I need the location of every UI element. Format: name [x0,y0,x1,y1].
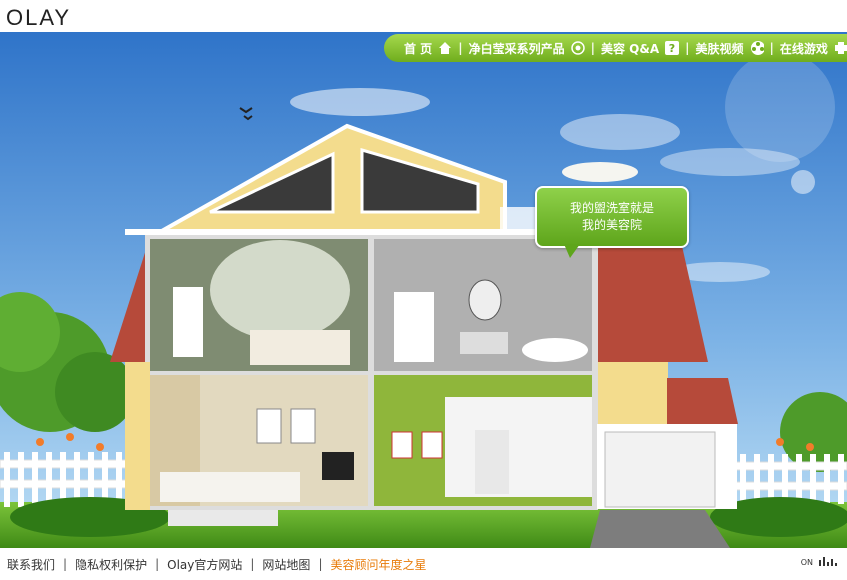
puzzle-icon [834,41,847,55]
film-reel-icon [750,41,764,55]
equalizer-icon [819,556,839,568]
nav-games-label: 在线游戏 [779,41,828,56]
footer-link-official-site[interactable]: Olay官方网站 [167,556,242,573]
house-scene [0,32,847,548]
bubble-line-1: 我的盥洗室就是 [569,201,654,215]
nav-home[interactable]: 首 页 [404,40,452,57]
bubble-line-2: 我的美容院 [581,218,642,232]
footer-link-consultant-star[interactable]: 美容顾问年度之星 [330,556,426,573]
nav-qa-label: 美容 Q&A [600,41,660,56]
question-icon: ? [665,41,680,55]
footer-separator: | [63,557,68,571]
olay-logo[interactable]: OLAY [6,5,71,31]
footer-link-contact[interactable]: 联系我们 [7,556,55,573]
speech-bubble-tail [564,244,580,258]
footer-link-privacy[interactable]: 隐私权利保护 [75,556,147,573]
nav-videos-label: 美肤视频 [695,41,744,56]
sound-toggle[interactable]: ON [801,556,839,568]
footer-separator: | [155,557,160,571]
nav-qa[interactable]: 美容 Q&A ? [600,40,680,57]
main-navigation: 首 页 | 净白莹采系列产品 | 美容 Q&A ? | 美肤视频 | 在线游戏 [384,34,847,62]
home-icon [438,41,452,55]
nav-home-label: 首 页 [404,41,433,56]
sound-toggle-label: ON [800,557,813,567]
nav-videos[interactable]: 美肤视频 [696,40,764,57]
top-bar: OLAY [0,0,847,32]
nav-games[interactable]: 在线游戏 [780,40,847,57]
footer-separator: | [250,557,255,571]
nav-separator: | [769,41,774,55]
nav-products[interactable]: 净白莹采系列产品 [469,40,585,57]
footer: 联系我们 | 隐私权利保护 | Olay官方网站 | 网站地图 | 美容顾问年度… [0,548,847,580]
svg-text:?: ? [669,42,675,55]
target-icon [570,41,585,55]
nav-products-label: 净白莹采系列产品 [468,41,565,56]
house-illustration [0,32,847,548]
nav-separator: | [685,41,690,55]
nav-separator: | [458,41,463,55]
footer-separator: | [318,557,323,571]
nav-separator: | [590,41,595,55]
speech-bubble[interactable]: 我的盥洗室就是 我的美容院 [535,186,689,248]
footer-link-sitemap[interactable]: 网站地图 [262,556,310,573]
